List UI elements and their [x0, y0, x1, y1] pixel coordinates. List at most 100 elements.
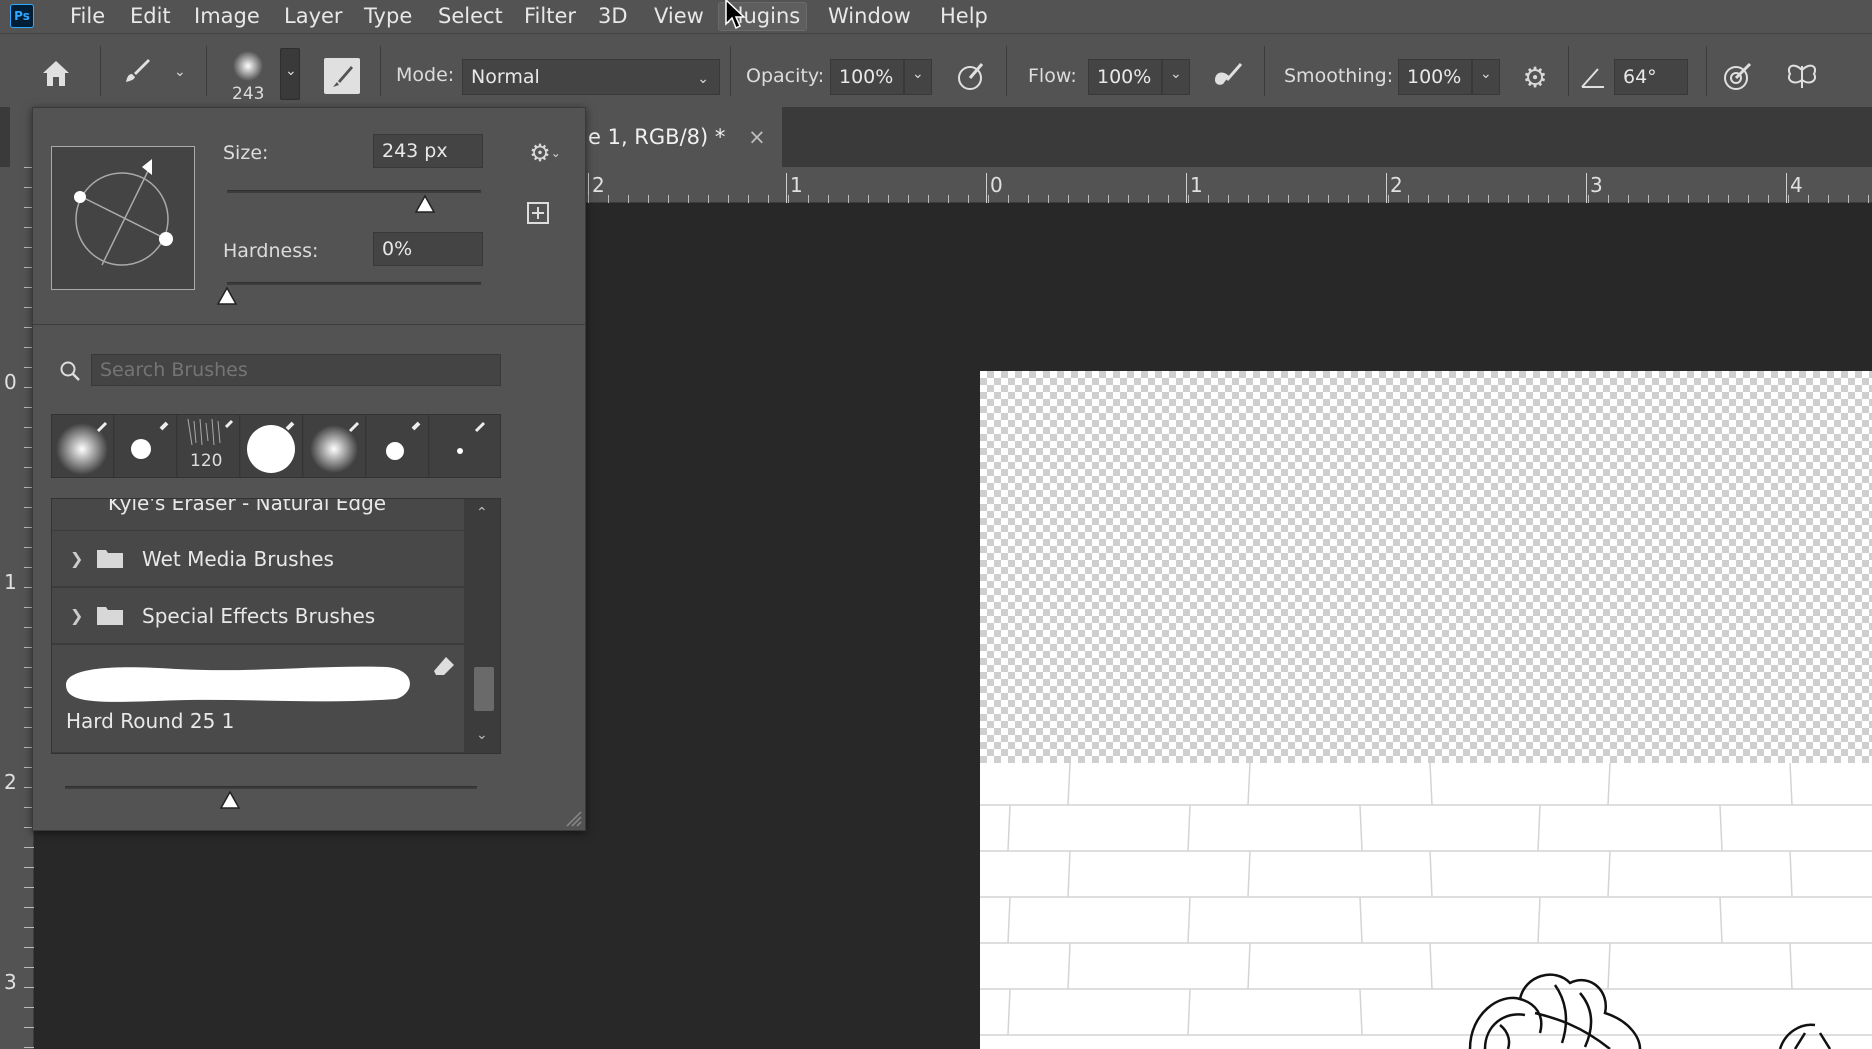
gear-icon[interactable]: ⚙ ⌄ — [525, 138, 565, 168]
add-preset-icon[interactable] — [525, 200, 551, 226]
menu-view[interactable]: View — [654, 0, 704, 33]
mode-select[interactable]: Normal ⌄ — [462, 59, 720, 95]
chevron-right-icon[interactable]: ❯ — [70, 588, 83, 644]
ruler-minor-tick — [1488, 195, 1489, 203]
scrollbar-thumb[interactable] — [474, 667, 494, 711]
document-canvas[interactable] — [980, 371, 1872, 1049]
preset-soft-round-large[interactable] — [52, 415, 114, 477]
search-icon — [57, 358, 83, 384]
ruler-minor-tick — [988, 195, 989, 203]
menu-select[interactable]: Select — [438, 0, 503, 33]
ruler-minor-tick — [608, 195, 609, 203]
ruler-minor-tick — [24, 1027, 34, 1028]
flow-input[interactable]: 100% — [1088, 59, 1162, 95]
ruler-minor-tick — [1348, 195, 1349, 203]
folder-special-effects[interactable]: ❯ Special Effects Brushes — [52, 588, 464, 644]
ruler-minor-tick — [1728, 195, 1729, 203]
hardness-input[interactable]: 0% — [373, 232, 483, 266]
smoothing-input[interactable]: 100% — [1398, 59, 1472, 95]
ruler-minor-tick — [1828, 195, 1829, 203]
menu-edit[interactable]: Edit — [130, 0, 171, 33]
preset-soft-round-medium[interactable] — [304, 415, 366, 477]
ruler-minor-tick — [888, 195, 889, 203]
ruler-minor-tick — [1288, 195, 1289, 203]
hardness-slider-track[interactable] — [227, 282, 481, 285]
preset-hard-round-tiny[interactable] — [367, 415, 429, 477]
ruler-tick-label: 2 — [4, 770, 17, 794]
size-slider-thumb[interactable] — [414, 194, 436, 214]
ruler-minor-tick — [728, 195, 729, 203]
ruler-minor-tick — [1328, 195, 1329, 203]
ruler-tick-label: 0 — [990, 173, 1003, 197]
ruler-major-tick — [1786, 173, 1787, 203]
brush-picker-toggle[interactable]: ⌄ — [280, 48, 300, 100]
opacity-dropdown[interactable]: ⌄ — [904, 59, 932, 95]
menu-help[interactable]: Help — [940, 0, 988, 33]
menu-image[interactable]: Image — [194, 0, 260, 33]
ruler-minor-tick — [1788, 195, 1789, 203]
preset-textured-120[interactable]: 120 — [178, 415, 240, 477]
brush-settings-panel-icon[interactable] — [324, 58, 360, 94]
resize-grip-icon[interactable] — [563, 808, 583, 828]
hardness-slider-thumb[interactable] — [216, 286, 238, 306]
search-brushes-input[interactable] — [91, 354, 501, 386]
mode-value: Normal — [471, 66, 540, 88]
smoothing-dropdown[interactable]: ⌄ — [1472, 59, 1500, 95]
brush-preview-icon[interactable] — [230, 48, 266, 84]
brush-stroke-preview — [66, 666, 410, 702]
pressure-opacity-icon[interactable] — [954, 58, 990, 94]
tool-preset-chevron-icon[interactable]: ⌄ — [174, 64, 186, 80]
menu-type[interactable]: Type — [364, 0, 412, 33]
options-bar: ⌄ 243 ⌄ Mode: Normal ⌄ Opacity: 100% ⌄ F… — [0, 33, 1872, 107]
airbrush-icon[interactable] — [1208, 58, 1248, 94]
chevron-right-icon[interactable]: ❯ — [70, 531, 83, 587]
menu-window[interactable]: Window — [828, 0, 911, 33]
ruler-minor-tick — [628, 195, 629, 203]
menu-filter[interactable]: Filter — [524, 0, 576, 33]
angle-input[interactable]: 64° — [1614, 59, 1688, 95]
ruler-vertical[interactable]: 0 1 2 3 — [0, 167, 34, 1049]
brush-tool-icon[interactable] — [120, 54, 154, 88]
scroll-down-icon[interactable]: ⌄ — [476, 727, 488, 743]
brush-list-scrollbar[interactable]: ⌃ ⌄ — [468, 499, 500, 753]
ruler-minor-tick — [1868, 195, 1869, 203]
preview-size-slider-track[interactable] — [65, 786, 477, 789]
tab-document[interactable]: e 1, RGB/8) * × — [580, 107, 782, 167]
pressure-size-icon[interactable] — [1720, 58, 1756, 94]
size-input[interactable]: 243 px — [373, 134, 483, 168]
brush-hard-round-25[interactable]: Hard Round 25 1 — [52, 645, 464, 753]
brush-name: Kyle's Eraser - Natural Edge — [108, 499, 387, 515]
menu-3d[interactable]: 3D — [598, 0, 628, 33]
list-item-partial[interactable]: Kyle's Eraser - Natural Edge — [52, 499, 464, 531]
menu-layer[interactable]: Layer — [284, 0, 343, 33]
folder-label: Wet Media Brushes — [142, 547, 334, 571]
preset-dot-pixel[interactable] — [430, 415, 500, 477]
ruler-minor-tick — [1248, 195, 1249, 203]
ruler-minor-tick — [1608, 195, 1609, 203]
preview-size-slider-thumb[interactable] — [219, 790, 241, 810]
photoshop-logo[interactable]: Ps — [10, 4, 34, 28]
flow-dropdown[interactable]: ⌄ — [1162, 59, 1190, 95]
close-icon[interactable]: × — [748, 125, 766, 149]
ruler-minor-tick — [1528, 195, 1529, 203]
menu-file[interactable]: File — [70, 0, 105, 33]
folder-wet-media[interactable]: ❯ Wet Media Brushes — [52, 531, 464, 587]
ruler-minor-tick — [1588, 195, 1589, 203]
tab-partial-left[interactable] — [10, 107, 34, 167]
ruler-minor-tick — [24, 927, 34, 928]
home-icon[interactable] — [36, 56, 76, 90]
symmetry-butterfly-icon[interactable] — [1782, 58, 1822, 94]
ruler-tick-label: 2 — [592, 173, 605, 197]
brush-angle-roundness-preview[interactable] — [51, 146, 195, 290]
preset-hard-round-small[interactable] — [115, 415, 177, 477]
scroll-up-icon[interactable]: ⌃ — [476, 505, 488, 521]
opacity-input[interactable]: 100% — [830, 59, 904, 95]
preset-hard-round-large[interactable] — [241, 415, 303, 477]
ruler-tick-label: 0 — [4, 370, 17, 394]
size-slider-track[interactable] — [227, 190, 481, 193]
ruler-minor-tick — [24, 847, 34, 848]
gear-icon[interactable]: ⚙ — [1518, 60, 1552, 94]
brush-list: Kyle's Eraser - Natural Edge ❯ Wet Media… — [51, 498, 501, 754]
size-label: Size: — [223, 142, 269, 164]
ruler-minor-tick — [1008, 195, 1009, 203]
